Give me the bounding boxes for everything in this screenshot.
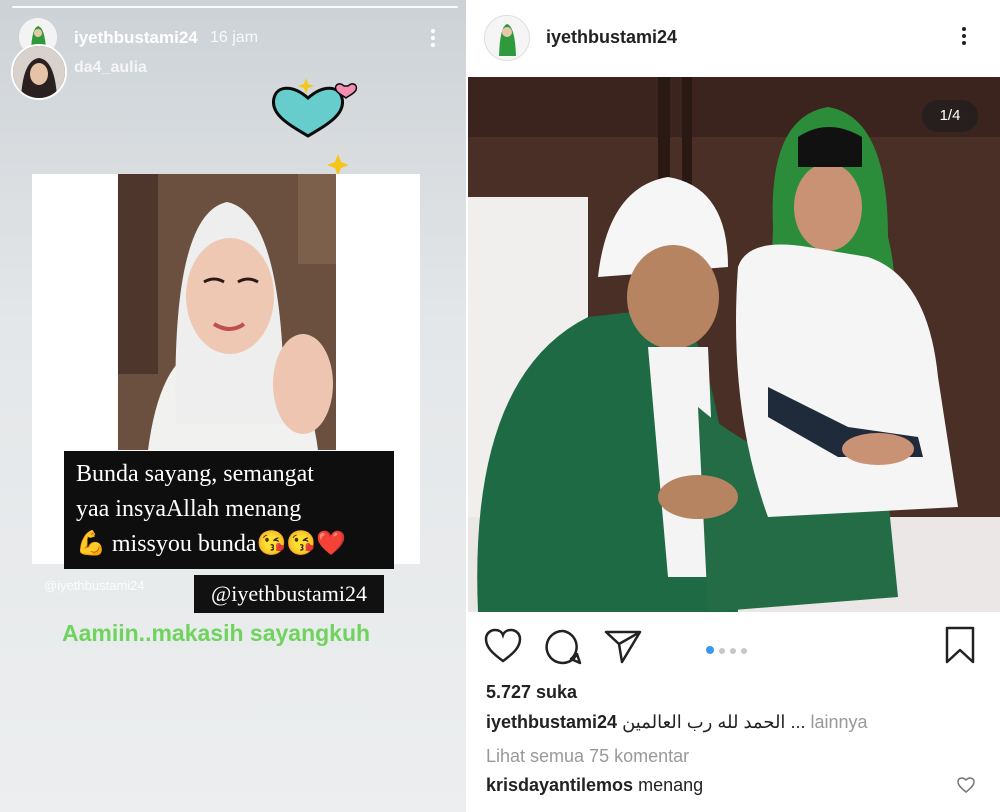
image-counter: 1/4 [922, 100, 978, 132]
story-progress-bar [12, 6, 458, 8]
repost-photo [118, 174, 336, 450]
post-more-icon[interactable] [958, 24, 970, 52]
quote-line-2: yaa insyaAllah menang [76, 496, 302, 522]
comment-like-heart-icon[interactable] [957, 777, 975, 793]
post-photo[interactable] [468, 77, 1000, 612]
caption-username[interactable]: iyethbustami24 [486, 712, 617, 732]
repost-avatar[interactable] [11, 44, 67, 100]
story-reply-text: Aamiin..makasih sayangkuh [62, 620, 371, 646]
story-panel: iyethbustami24 16 jam da4_aulia Bunda sa… [0, 0, 466, 812]
quote-line-1: Bunda sayang, semangat [76, 461, 314, 487]
repost-username[interactable]: da4_aulia [74, 59, 147, 77]
quote-line-3: 💪 missyou bunda😘😘❤️ [76, 531, 347, 557]
view-comments-link[interactable]: Lihat semua 75 komentar [486, 746, 689, 767]
story-username[interactable]: iyethbustami24 [74, 28, 198, 48]
carousel-indicator [706, 641, 752, 659]
comment-row: krisdayantilemos menang [486, 775, 703, 796]
comment-text: menang [638, 775, 704, 795]
story-more-icon[interactable] [426, 26, 440, 52]
heart-icon[interactable] [484, 628, 522, 664]
mention-tag[interactable]: @iyethbustami24 [194, 575, 384, 613]
watermark-text: @iyethbustami24 [44, 578, 145, 593]
caption-more-link[interactable]: lainnya [810, 712, 867, 732]
heart-sticker-icon [271, 78, 358, 174]
post-avatar[interactable] [484, 15, 530, 61]
likes-count[interactable]: 5.727 suka [486, 682, 577, 703]
comment-username[interactable]: krisdayantilemos [486, 775, 633, 795]
post-username[interactable]: iyethbustami24 [546, 27, 677, 48]
comment-icon[interactable] [544, 628, 582, 666]
story-time: 16 jam [210, 29, 259, 46]
post-caption: iyethbustami24 الحمد لله رب العالمين ...… [486, 712, 868, 733]
share-icon[interactable] [604, 628, 642, 664]
bookmark-icon[interactable] [944, 626, 976, 664]
quote-text-box: Bunda sayang, semangat yaa insyaAllah me… [64, 451, 394, 569]
caption-text: الحمد لله رب العالمين ... [622, 712, 806, 732]
